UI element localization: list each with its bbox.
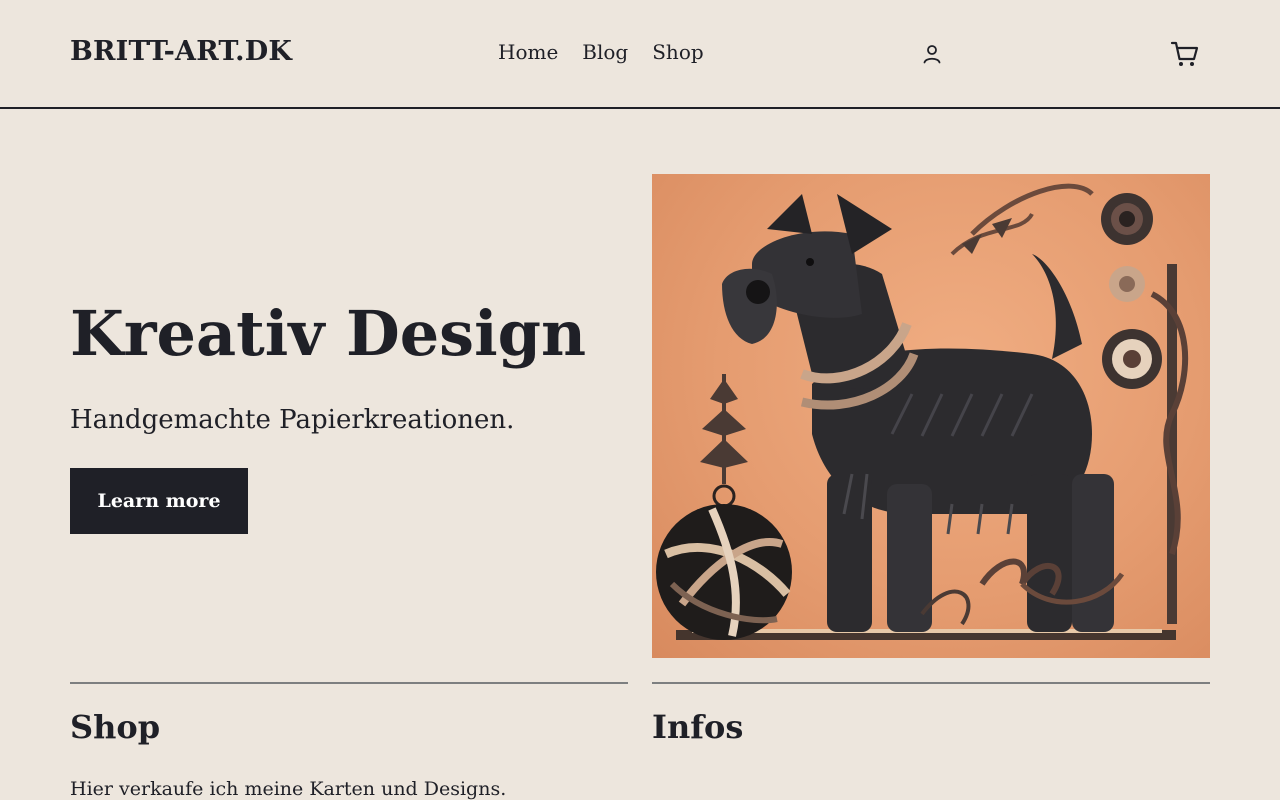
section-divider-infos <box>652 682 1210 684</box>
hero-image <box>652 174 1210 658</box>
hero-title: Kreativ Design <box>70 297 587 370</box>
nav-link-blog[interactable]: Blog <box>582 40 628 64</box>
user-icon[interactable] <box>920 42 944 66</box>
hero-subtitle: Handgemachte Papierkreationen. <box>70 405 515 435</box>
site-header: BRITT-ART.DK Home Blog Shop <box>0 0 1280 109</box>
learn-more-button[interactable]: Learn more <box>70 468 248 534</box>
infos-section-title: Infos <box>652 708 744 746</box>
main-navigation: Home Blog Shop <box>498 40 704 64</box>
nav-link-home[interactable]: Home <box>498 40 558 64</box>
cart-icon[interactable] <box>1170 39 1200 69</box>
paper-art-dog-illustration <box>656 183 1189 640</box>
nav-link-shop[interactable]: Shop <box>652 40 703 64</box>
section-divider-shop <box>70 682 628 684</box>
shop-section-title: Shop <box>70 708 161 746</box>
shop-section-text: Hier verkaufe ich meine Karten und Desig… <box>70 778 507 800</box>
site-logo-link[interactable]: BRITT-ART.DK <box>70 36 292 67</box>
